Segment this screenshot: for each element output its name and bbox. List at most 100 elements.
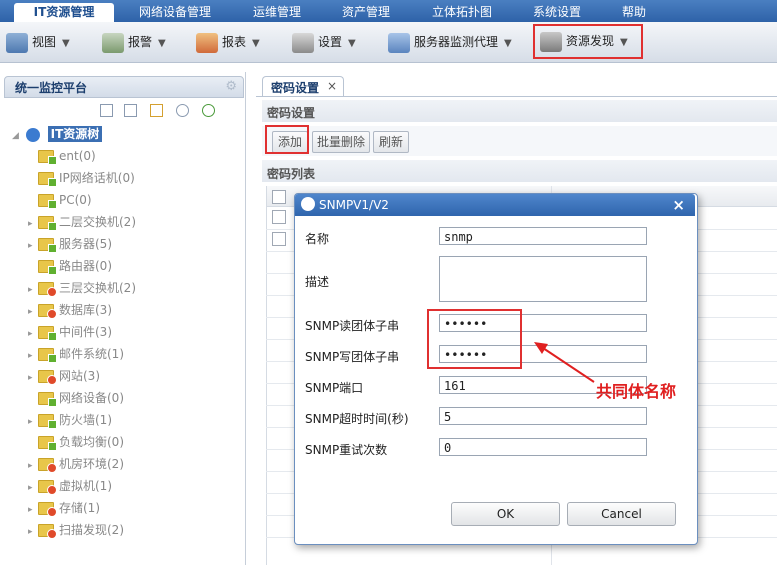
tree-item[interactable]: ent(0) — [28, 146, 96, 166]
nav-tab-assets[interactable]: 资产管理 — [333, 3, 399, 22]
description-textarea[interactable] — [439, 256, 647, 302]
discovery-icon — [540, 31, 562, 52]
left-panel-header: 统一监控平台 ⚙ — [4, 76, 244, 98]
tree-item[interactable]: ▸ 二层交换机(2) — [28, 212, 136, 232]
tab-label: 密码设置 — [271, 81, 320, 95]
ok-status-icon — [48, 200, 57, 209]
row-checkbox[interactable] — [272, 232, 286, 246]
resource-discovery-button[interactable]: 资源发现 ▼ — [533, 24, 643, 59]
refresh-icon[interactable] — [202, 104, 215, 117]
tree-item[interactable]: ▸ 存储(1) — [28, 498, 100, 518]
refresh-button[interactable]: 刷新 — [373, 131, 409, 153]
chevron-down-icon: ▼ — [158, 38, 166, 49]
expand-arrow-icon[interactable]: ▸ — [28, 346, 38, 366]
tree-item-label: 二层交换机(2) — [59, 215, 136, 229]
folder-icon — [38, 304, 57, 319]
tree-item[interactable]: 路由器(0) — [28, 256, 112, 276]
nav-tab-network-devices[interactable]: 网络设备管理 — [128, 3, 222, 22]
snmp-port-label: SNMP端口 — [305, 381, 364, 395]
tree-item[interactable]: IP网络话机(0) — [28, 168, 135, 188]
snmp-retry-input[interactable]: 0 — [439, 438, 647, 456]
ok-status-icon — [48, 420, 57, 429]
expand-arrow-icon[interactable]: ▸ — [28, 500, 38, 520]
nav-tab-help[interactable]: 帮助 — [612, 3, 656, 22]
ok-status-icon — [48, 266, 57, 275]
nav-tab-operations[interactable]: 运维管理 — [244, 3, 310, 22]
name-label: 名称 — [305, 232, 330, 246]
expand-all-icon[interactable] — [100, 104, 113, 117]
ok-status-icon — [48, 398, 57, 407]
tree-item[interactable]: ▸ 服务器(5) — [28, 234, 112, 254]
annotation-arrow — [534, 342, 595, 383]
tree-item[interactable]: ▸ 邮件系统(1) — [28, 344, 124, 364]
view-button[interactable]: 视图 ▼ — [6, 28, 70, 56]
collapse-all-icon[interactable] — [124, 104, 137, 117]
sync-icon[interactable] — [150, 104, 163, 117]
nav-tab-system-settings[interactable]: 系统设置 — [524, 3, 590, 22]
tab-password-settings[interactable]: 密码设置 × — [262, 76, 344, 97]
tree-item[interactable]: 网络设备(0) — [28, 388, 124, 408]
add-button-highlight — [265, 125, 309, 154]
alert-status-icon — [47, 309, 57, 319]
annotation-label: 共同体名称 — [596, 382, 677, 401]
arrow-line — [539, 345, 595, 383]
report-button[interactable]: 报表 ▼ — [196, 28, 260, 56]
server-agent-icon — [388, 32, 410, 53]
list-title: 密码列表 — [267, 167, 316, 181]
settings-button[interactable]: 设置 ▼ — [292, 28, 356, 56]
tree-item[interactable]: 负载均衡(0) — [28, 432, 124, 452]
tree-item-label: 防火墙(1) — [59, 413, 112, 427]
row-checkbox[interactable] — [272, 210, 286, 224]
snmp-timeout-input[interactable]: 5 — [439, 407, 647, 425]
folder-icon — [38, 524, 57, 539]
close-icon[interactable]: × — [327, 79, 337, 93]
monitor-icon — [6, 32, 28, 53]
search-icon[interactable] — [176, 104, 189, 117]
expand-arrow-icon[interactable]: ▸ — [28, 478, 38, 498]
server-agent-button[interactable]: 服务器监测代理 ▼ — [388, 28, 512, 56]
nav-tab-it-resources[interactable]: IT资源管理 — [14, 3, 114, 22]
tree-item[interactable]: ▸ 中间件(3) — [28, 322, 112, 342]
tree-item[interactable]: ▸ 防火墙(1) — [28, 410, 112, 430]
folder-icon — [38, 326, 57, 341]
name-input[interactable]: snmp — [439, 227, 647, 245]
expand-arrow-icon[interactable]: ▸ — [28, 302, 38, 322]
dialog-title-bar[interactable]: SNMPV1/V2 × — [295, 194, 695, 216]
description-label: 描述 — [305, 275, 330, 289]
section-title: 密码设置 — [267, 106, 316, 120]
chevron-down-icon: ▼ — [504, 38, 512, 49]
select-all-checkbox[interactable] — [272, 190, 286, 204]
tree-item-label: 中间件(3) — [59, 325, 112, 339]
alert-status-icon — [47, 529, 57, 539]
tree-item[interactable]: ▸ 机房环境(2) — [28, 454, 124, 474]
tree-item[interactable]: PC(0) — [28, 190, 92, 210]
folder-icon — [38, 260, 57, 275]
folder-icon — [38, 282, 57, 297]
tree-item[interactable]: ▸ 扫描发现(2) — [28, 520, 124, 540]
tree-item[interactable]: ▸ 虚拟机(1) — [28, 476, 112, 496]
nav-tab-3d-topology[interactable]: 立体拓扑图 — [422, 3, 502, 22]
expand-arrow-icon[interactable]: ▸ — [28, 368, 38, 388]
expand-arrow-icon[interactable]: ▸ — [28, 236, 38, 256]
left-panel-title: 统一监控平台 — [15, 81, 88, 95]
dialog-close-icon[interactable]: × — [672, 196, 685, 214]
batch-delete-button[interactable]: 批量删除 — [312, 131, 370, 153]
expand-arrow-icon[interactable]: ▸ — [28, 456, 38, 476]
alarm-button[interactable]: 报警 ▼ — [102, 28, 166, 56]
tree-item[interactable]: ▸ 网站(3) — [28, 366, 100, 386]
cancel-button[interactable]: Cancel — [567, 502, 676, 526]
gear-icon[interactable]: ⚙ — [225, 79, 237, 94]
expand-arrow-icon[interactable]: ▸ — [28, 324, 38, 344]
tree-item-label: 负载均衡(0) — [59, 435, 124, 449]
settings-label: 设置 — [318, 35, 343, 49]
expand-arrow-icon[interactable]: ▸ — [28, 214, 38, 234]
tree-item[interactable]: ▸ 数据库(3) — [28, 300, 112, 320]
tree-item-label: 机房环境(2) — [59, 457, 124, 471]
tree-item[interactable]: ▸ 三层交换机(2) — [28, 278, 136, 298]
tree-root[interactable]: ◢ IT资源树 — [12, 124, 103, 144]
expand-arrow-icon[interactable]: ▸ — [28, 412, 38, 432]
tree-item-label: IP网络话机(0) — [59, 171, 135, 185]
expand-arrow-icon[interactable]: ▸ — [28, 280, 38, 300]
ok-button[interactable]: OK — [451, 502, 560, 526]
expand-arrow-icon[interactable]: ▸ — [28, 522, 38, 542]
